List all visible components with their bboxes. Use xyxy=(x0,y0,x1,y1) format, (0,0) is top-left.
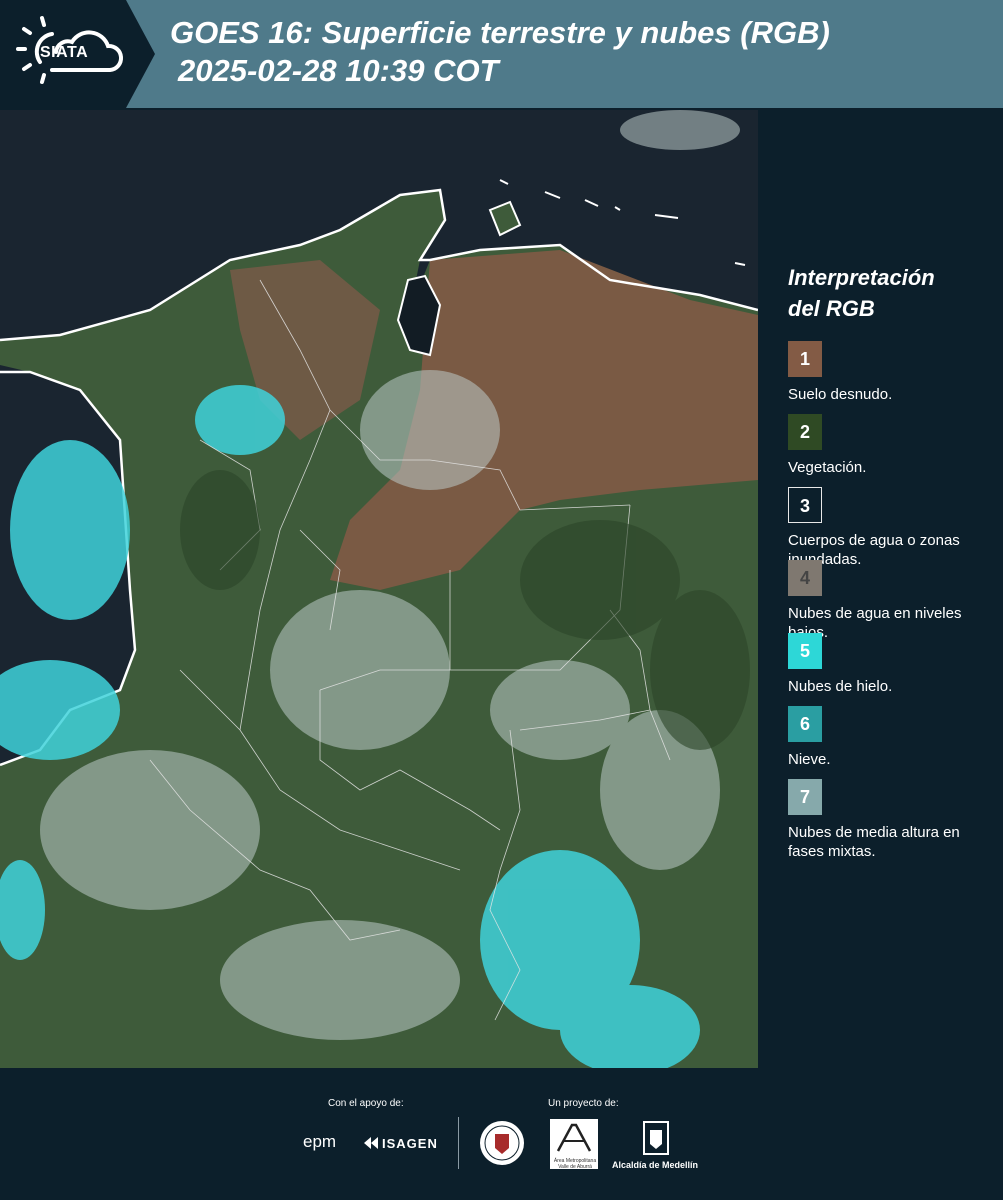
legend-label: Nieve. xyxy=(788,751,831,768)
alcaldia-emblem-icon[interactable] xyxy=(641,1118,671,1158)
satellite-map[interactable] xyxy=(0,110,758,1068)
legend-item-water: 3 Cuerpos de agua o zonas inundadas. xyxy=(788,487,988,568)
legend-label: Vegetación. xyxy=(788,459,867,476)
legend-swatch: 5 xyxy=(788,633,822,669)
legend-label: Nubes de media altura en fases mixtas. xyxy=(788,824,960,860)
satellite-image xyxy=(0,110,758,1068)
legend-swatch: 4 xyxy=(788,560,822,596)
area-metropolitana-text: Área Metropolitana Valle de Aburrá xyxy=(553,1158,597,1170)
logo-text: SIATA xyxy=(40,44,89,61)
page-title: GOES 16: Superficie terrestre y nubes (R… xyxy=(170,14,830,90)
legend-swatch: 3 xyxy=(788,487,822,523)
legend-label: Nubes de hielo. xyxy=(788,678,893,695)
siata-logo[interactable]: SIATA xyxy=(0,0,155,108)
project-label: Un proyecto de: xyxy=(548,1098,619,1109)
legend-swatch: 7 xyxy=(788,779,822,815)
legend-item-snow: 6 Nieve. xyxy=(788,706,988,779)
legend-swatch: 1 xyxy=(788,341,822,377)
area-logo-icon xyxy=(556,1123,592,1152)
legend-item-mid-clouds: 7 Nubes de media altura en fases mixtas. xyxy=(788,779,988,860)
medellin-seal-icon[interactable] xyxy=(478,1118,526,1168)
support-label: Con el apoyo de: xyxy=(328,1098,404,1109)
epm-logo[interactable]: epm xyxy=(303,1132,336,1152)
header: SIATA GOES 16: Superficie terrestre y nu… xyxy=(0,0,1003,108)
legend-item-low-clouds: 4 Nubes de agua en niveles bajos. xyxy=(788,560,988,641)
legend-item-bare-soil: 1 Suelo desnudo. xyxy=(788,341,988,414)
title-line-1: GOES 16: Superficie terrestre y nubes (R… xyxy=(170,15,830,50)
legend-title-line-2: del RGB xyxy=(788,296,875,321)
legend-swatch: 2 xyxy=(788,414,822,450)
footer-divider xyxy=(458,1117,459,1169)
legend-title-line-1: Interpretación xyxy=(788,265,935,290)
legend-item-vegetation: 2 Vegetación. xyxy=(788,414,988,487)
legend-label: Suelo desnudo. xyxy=(788,386,893,403)
legend-item-ice-clouds: 5 Nubes de hielo. xyxy=(788,633,988,706)
footer: Con el apoyo de: Un proyecto de: epm ISA… xyxy=(0,1068,1003,1200)
alcaldia-label: Alcaldía de Medellín xyxy=(612,1160,699,1170)
legend-swatch: 6 xyxy=(788,706,822,742)
rgb-legend: Interpretación del RGB 1 Suelo desnudo. … xyxy=(788,262,988,860)
title-line-2: 2025-02-28 10:39 COT xyxy=(178,53,499,88)
isagen-icon xyxy=(364,1137,378,1149)
isagen-logo[interactable]: ISAGEN xyxy=(382,1136,438,1151)
legend-title: Interpretación del RGB xyxy=(788,262,988,324)
